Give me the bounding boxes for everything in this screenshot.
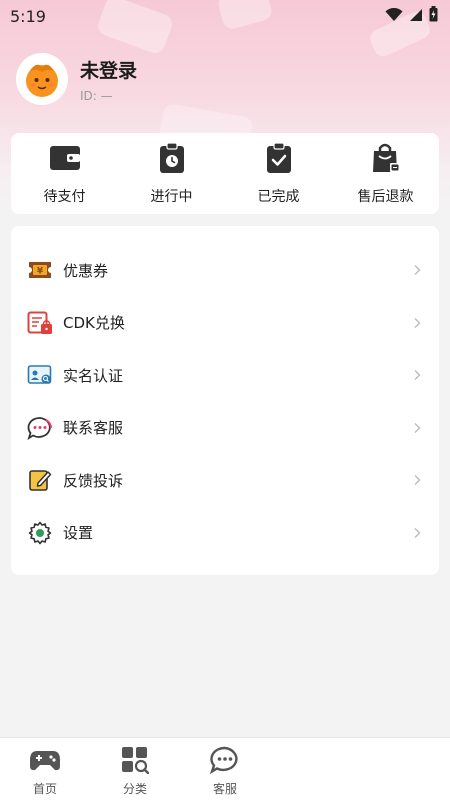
menu-item-feedback[interactable]: 反馈投诉 [11, 454, 439, 507]
order-label: 售后退款 [357, 188, 414, 205]
menu-item-label: 实名认证 [63, 366, 124, 385]
order-completed[interactable]: 已完成 [229, 141, 329, 206]
menu-item-label: 优惠券 [63, 261, 109, 280]
order-pending-payment[interactable]: 待支付 [15, 142, 115, 206]
profile-section[interactable]: 未登录 ID: — [18, 55, 137, 103]
chevron-right-icon [411, 474, 423, 486]
nav-home[interactable]: 首页 [0, 738, 90, 800]
chat-bubble-icon [27, 415, 53, 441]
user-id: ID: — [80, 88, 113, 103]
menu-item-label: 反馈投诉 [63, 471, 124, 490]
gear-icon [27, 520, 53, 546]
nav-label: 客服 [212, 782, 237, 796]
chevron-right-icon [411, 264, 423, 276]
order-label: 进行中 [150, 188, 193, 205]
order-in-progress[interactable]: 进行中 [122, 141, 222, 206]
avatar[interactable] [18, 55, 66, 103]
menu-item-label: 联系客服 [63, 419, 124, 438]
menu-item-label: 设置 [63, 524, 94, 543]
status-icons [385, 6, 438, 26]
category-grid-icon [119, 746, 151, 774]
chevron-right-icon [411, 527, 423, 539]
avatar-face-icon [26, 64, 58, 97]
nav-category[interactable]: 分类 [90, 738, 180, 800]
chevron-right-icon [411, 422, 423, 434]
order-label: 待支付 [43, 188, 86, 205]
cdk-redeem-icon [27, 310, 53, 336]
bottom-nav: 首页 分类 客服 [0, 737, 450, 800]
orders-card: 待支付 进行中 已完成 售后退款 [11, 133, 439, 214]
shopping-bag-refund-icon [370, 142, 402, 174]
signal-icon [409, 7, 423, 26]
menu-item-cdk[interactable]: CDK兑换 [11, 297, 439, 350]
chat-icon [209, 746, 241, 774]
menu-item-realname[interactable]: 实名认证 [11, 349, 439, 402]
wallet-icon [49, 142, 81, 174]
login-status[interactable]: 未登录 [80, 56, 137, 83]
menu-item-coupons[interactable]: ¥ 优惠券 [11, 244, 439, 297]
battery-icon [429, 6, 438, 26]
nav-label: 分类 [122, 782, 147, 796]
chevron-right-icon [411, 369, 423, 381]
gamepad-icon [29, 746, 61, 774]
clipboard-clock-icon [156, 141, 188, 174]
order-label: 已完成 [257, 188, 300, 205]
order-refund[interactable]: 售后退款 [336, 142, 436, 206]
nav-customer-service[interactable]: 客服 [180, 738, 270, 800]
menu-item-label: CDK兑换 [63, 314, 125, 333]
menu-item-settings[interactable]: 设置 [11, 507, 439, 560]
coupon-icon: ¥ [27, 257, 53, 283]
status-time: 5:19 [10, 6, 46, 26]
status-bar: 5:19 [0, 0, 450, 32]
menu-item-contact-service[interactable]: 联系客服 [11, 402, 439, 455]
wifi-icon [385, 7, 403, 26]
chevron-right-icon [411, 317, 423, 329]
id-verify-icon [27, 362, 53, 388]
menu-card: ¥ 优惠券 CDK兑换 实名认证 联系客服 反馈投诉 设置 [11, 226, 439, 575]
feedback-edit-icon [27, 467, 53, 493]
clipboard-check-icon [263, 141, 295, 174]
svg-text:¥: ¥ [37, 267, 44, 277]
nav-label: 首页 [32, 782, 57, 796]
